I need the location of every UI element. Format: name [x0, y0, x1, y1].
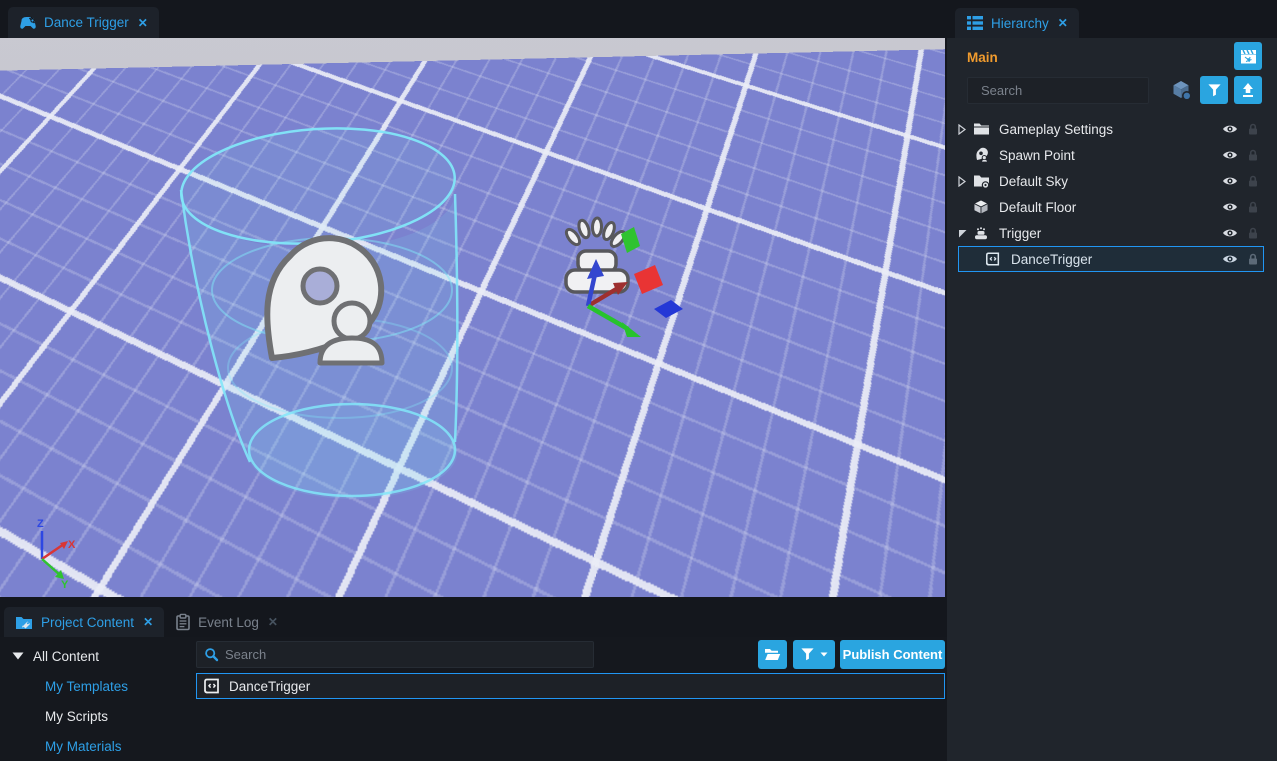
search-icon — [204, 647, 219, 662]
chevron-down-icon — [12, 651, 24, 661]
hierarchy-panel: Hierarchy ✕ Main — [947, 0, 1277, 761]
visibility-eye-icon[interactable] — [1222, 199, 1238, 215]
open-folder-icon — [764, 647, 781, 662]
search-input[interactable] — [225, 647, 586, 662]
tab-label: Project Content — [41, 615, 134, 630]
open-folder-button[interactable] — [758, 640, 787, 669]
hierarchy-row-gameplay-settings[interactable]: Gameplay Settings — [947, 116, 1277, 142]
tree-item-label: My Templates — [45, 679, 128, 694]
lock-icon[interactable] — [1246, 148, 1260, 162]
content-tree: All Content My Templates My Scripts My M… — [0, 637, 196, 761]
close-icon[interactable]: ✕ — [1058, 16, 1068, 30]
hierarchy-filter-button[interactable] — [1200, 76, 1228, 104]
lock-icon[interactable] — [1246, 174, 1260, 188]
tree-item-label: My Scripts — [45, 709, 108, 724]
tab-project-content[interactable]: Project Content ✕ — [4, 607, 164, 637]
hierarchy-tab-strip: Hierarchy ✕ — [947, 0, 1277, 38]
lock-icon[interactable] — [1246, 200, 1260, 214]
tab-label: Event Log — [198, 615, 259, 630]
tree-item-label: All Content — [33, 649, 99, 664]
tree-item-my-scripts[interactable]: My Scripts — [45, 705, 108, 727]
hierarchy-body: Main — [947, 38, 1277, 761]
asset-row-dancetrigger[interactable]: DanceTrigger — [196, 673, 945, 699]
tab-dance-trigger[interactable]: Dance Trigger ✕ — [8, 7, 159, 38]
hierarchy-row-spawn-point[interactable]: Spawn Point — [947, 142, 1277, 168]
filter-funnel-icon — [800, 647, 815, 662]
scene-settings-button[interactable] — [1234, 42, 1262, 70]
tab-hierarchy[interactable]: Hierarchy ✕ — [955, 8, 1079, 38]
tree-item-all-content[interactable]: All Content — [12, 645, 99, 667]
project-content-icon — [15, 614, 34, 631]
visibility-eye-icon[interactable] — [1222, 147, 1238, 163]
script-icon — [203, 677, 221, 695]
scene-name-label: Main — [967, 50, 998, 65]
viewport-tab-strip: Dance Trigger ✕ — [0, 0, 947, 38]
lock-icon[interactable] — [1246, 252, 1260, 266]
tree-item-my-materials[interactable]: My Materials — [45, 735, 122, 757]
trigger-cake-icon — [973, 225, 990, 241]
hierarchy-tree: Gameplay Settings — [947, 116, 1277, 272]
gamepad-icon — [19, 14, 37, 32]
axis-x-label: X — [68, 539, 76, 551]
chevron-right-icon[interactable] — [958, 176, 973, 187]
tab-label: Dance Trigger — [44, 15, 129, 30]
gizmo-axis-green[interactable] — [588, 306, 628, 329]
export-button[interactable] — [1234, 76, 1262, 104]
chevron-right-icon[interactable] — [958, 124, 973, 135]
scene-overlay: Z X Y — [0, 38, 945, 597]
clapperboard-icon — [1240, 48, 1257, 65]
axis-y-label: Y — [61, 579, 69, 591]
visibility-eye-icon[interactable] — [1222, 225, 1238, 241]
project-content-panel: All Content My Templates My Scripts My M… — [0, 637, 947, 761]
hierarchy-row-default-floor[interactable]: Default Floor — [947, 194, 1277, 220]
content-search[interactable] — [196, 641, 594, 668]
visibility-eye-icon[interactable] — [1222, 251, 1238, 267]
content-main: Publish Content DanceTrigger — [196, 637, 945, 761]
scene-viewport[interactable]: Z X Y — [0, 38, 945, 597]
content-filter-button[interactable] — [793, 640, 835, 669]
network-context-icon[interactable] — [1170, 79, 1192, 101]
asset-label: DanceTrigger — [229, 679, 310, 694]
axis-z-label: Z — [37, 518, 44, 530]
caret-down-icon — [820, 652, 828, 657]
lock-icon[interactable] — [1246, 122, 1260, 136]
close-icon[interactable]: ✕ — [138, 16, 148, 30]
tab-label: Hierarchy — [991, 16, 1049, 31]
hierarchy-row-trigger[interactable]: Trigger — [947, 220, 1277, 246]
gizmo-plane-blue[interactable] — [654, 300, 683, 318]
axis-indicator: Z X Y — [37, 518, 76, 591]
close-icon[interactable]: ✕ — [143, 615, 153, 629]
hierarchy-row-default-sky[interactable]: Default Sky — [947, 168, 1277, 194]
editor-window: Dance Trigger ✕ — [0, 0, 1277, 761]
tree-item-label: My Materials — [45, 739, 122, 754]
bottom-tab-strip: Project Content ✕ Event Log ✕ — [0, 607, 947, 637]
hierarchy-icon — [966, 14, 984, 32]
visibility-eye-icon[interactable] — [1222, 121, 1238, 137]
script-icon — [985, 251, 1002, 267]
tab-event-log[interactable]: Event Log ✕ — [164, 607, 289, 637]
spawn-point-icon — [973, 147, 990, 163]
event-log-icon — [175, 613, 191, 631]
search-input[interactable] — [981, 83, 1157, 98]
visibility-eye-icon[interactable] — [1222, 173, 1238, 189]
hierarchy-row-dancetrigger[interactable]: DanceTrigger — [947, 246, 1277, 272]
tree-item-my-templates[interactable]: My Templates — [45, 675, 128, 697]
cube-icon — [973, 199, 990, 215]
trigger-cake-icon[interactable] — [564, 218, 628, 292]
folder-icon — [973, 122, 990, 136]
folder-gear-icon — [973, 174, 990, 189]
lock-icon[interactable] — [1246, 226, 1260, 240]
close-icon[interactable]: ✕ — [268, 615, 278, 629]
filter-funnel-icon — [1207, 83, 1222, 98]
upload-icon — [1240, 82, 1256, 98]
gizmo-plane-red[interactable] — [634, 265, 663, 294]
hierarchy-search[interactable] — [967, 77, 1149, 104]
left-region: Dance Trigger ✕ — [0, 0, 947, 761]
chevron-expanded-icon[interactable] — [958, 229, 973, 238]
publish-content-button[interactable]: Publish Content — [840, 640, 945, 669]
